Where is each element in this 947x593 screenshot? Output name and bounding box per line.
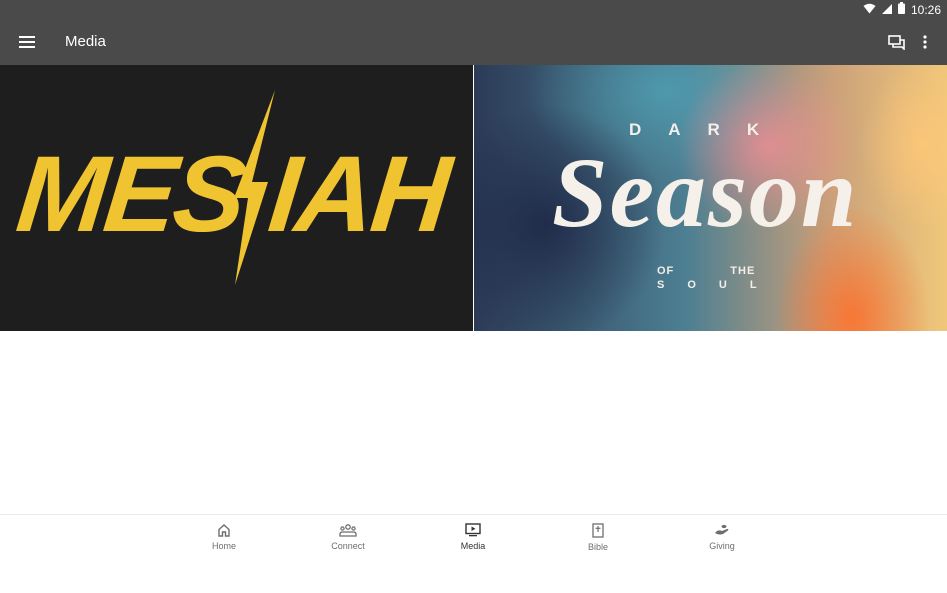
tv-play-icon [465,523,481,537]
nav-giving-label: Giving [709,541,735,551]
of-the-label: OF THE [657,265,755,277]
app-bar: Media [0,20,947,65]
soul-label: SOUL [657,279,780,291]
more-vert-icon [923,35,927,49]
media-card-dark-season[interactable]: DARK Season OF THE SOUL [474,65,947,331]
lightning-bolt-icon [234,90,275,285]
menu-icon [19,36,35,48]
page-title: Media [65,33,106,50]
status-bar: 10:26 [0,0,947,20]
bible-icon [592,523,604,538]
overflow-menu-button[interactable] [913,31,937,53]
season-title: Season [552,137,859,248]
nav-giving[interactable]: Giving [682,523,762,551]
of-word: OF [657,265,675,277]
wifi-icon [863,3,876,17]
the-word: THE [730,265,756,277]
nav-media-label: Media [460,541,486,551]
people-icon [339,524,357,537]
home-icon [218,524,230,537]
media-card-messiah[interactable]: MES IAH [0,65,473,331]
chat-bubbles-icon [888,34,905,50]
chat-button[interactable] [885,31,909,53]
status-time: 10:26 [910,2,941,17]
hamburger-menu-button[interactable] [14,30,40,54]
nav-connect[interactable]: Connect [308,523,388,551]
nav-bible[interactable]: Bible [558,523,638,552]
nav-bible-label: Bible [587,542,608,552]
battery-icon [897,2,905,17]
status-icons: 10:26 [863,2,941,17]
giving-hand-icon [715,524,729,535]
nav-media[interactable]: Media [433,523,513,551]
cell-signal-icon [881,3,892,17]
bottom-navigation: Home Connect Media Bible Giving [0,514,947,593]
nav-connect-label: Connect [331,541,365,551]
nav-home[interactable]: Home [184,523,264,551]
nav-home-label: Home [211,541,236,551]
